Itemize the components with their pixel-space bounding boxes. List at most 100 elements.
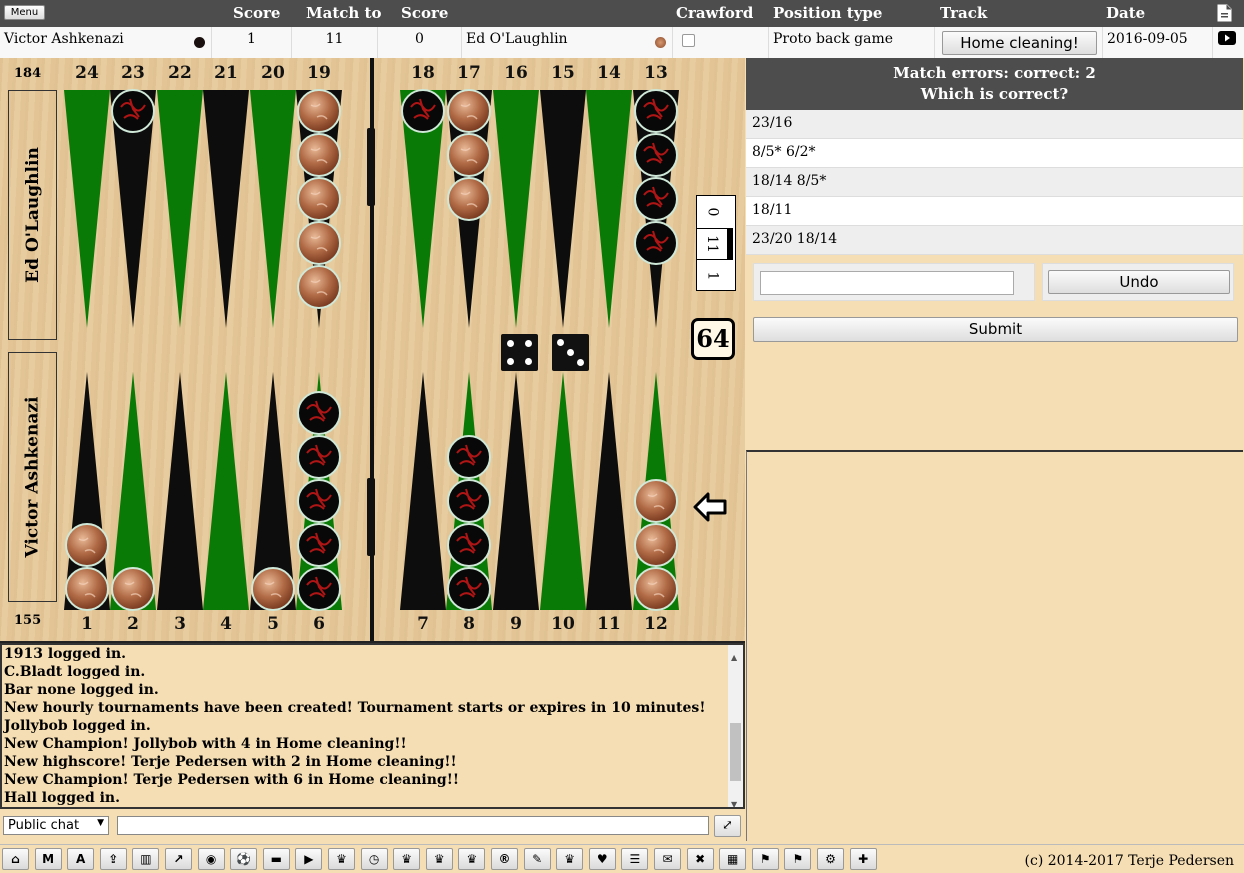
- checker-brown[interactable]: [111, 567, 155, 611]
- move-input[interactable]: [760, 271, 1014, 295]
- bar-chart-icon[interactable]: ▥: [132, 848, 160, 870]
- answer-option[interactable]: 23/20 18/14: [746, 226, 1243, 255]
- edit-icon[interactable]: ✎: [523, 848, 551, 870]
- backgammon-board[interactable]: 184 155 Ed O'Laughlin Victor Ashkenazi 2…: [0, 58, 745, 643]
- board-point-top[interactable]: [157, 90, 203, 328]
- scroll-down-icon[interactable]: ▼: [731, 795, 737, 807]
- board-point-bottom[interactable]: [493, 372, 539, 610]
- expand-icon[interactable]: ⤢: [714, 815, 741, 837]
- bookmark-icon[interactable]: ⚑: [751, 848, 779, 870]
- crawford-checkbox[interactable]: [682, 34, 695, 47]
- trophy-icon[interactable]: ♛: [425, 848, 453, 870]
- checker-brown[interactable]: [297, 265, 341, 309]
- board-point-top[interactable]: [493, 90, 539, 328]
- m-button[interactable]: M: [34, 848, 62, 870]
- board-point-top[interactable]: [586, 90, 632, 328]
- board-point-bottom[interactable]: [203, 372, 249, 610]
- checker-red-black[interactable]: [634, 177, 678, 221]
- board-point-bottom[interactable]: [540, 372, 586, 610]
- checker-red-black[interactable]: [297, 435, 341, 479]
- video-play-icon[interactable]: [1218, 31, 1236, 45]
- checker-red-black[interactable]: [111, 89, 155, 133]
- settings-icon[interactable]: ⚙: [817, 848, 844, 870]
- checker-brown[interactable]: [65, 523, 109, 567]
- checker-red-black[interactable]: [634, 221, 678, 265]
- answer-option[interactable]: 18/14 8/5*: [746, 168, 1243, 197]
- checker-red-black[interactable]: [447, 567, 491, 611]
- close-icon[interactable]: ✖: [686, 848, 714, 870]
- registered-icon[interactable]: ®: [491, 848, 518, 870]
- document-icon[interactable]: [1217, 4, 1232, 22]
- chat-icon[interactable]: ✉: [654, 848, 681, 870]
- heart-icon[interactable]: ♥: [588, 848, 616, 870]
- checker-brown[interactable]: [634, 523, 678, 567]
- checker-red-black[interactable]: [447, 479, 491, 523]
- log-scrollbar[interactable]: ▲ ▼: [728, 645, 743, 807]
- player1-name: Victor Ashkenazi: [4, 31, 124, 47]
- trophy-icon[interactable]: ♛: [393, 848, 421, 870]
- checker-brown[interactable]: [447, 133, 491, 177]
- checker-brown[interactable]: [634, 567, 678, 611]
- board-point-top[interactable]: [540, 90, 586, 328]
- checker-red-black[interactable]: [297, 523, 341, 567]
- score-header: Score: [233, 4, 281, 22]
- track-home-cleaning-button[interactable]: Home cleaning!: [942, 31, 1097, 55]
- question-text: Which is correct?: [920, 85, 1069, 103]
- soccer-ball-icon[interactable]: ⚽: [230, 848, 258, 870]
- server-log[interactable]: 1913 logged in. C.Bladt logged in. Bar non…: [0, 643, 745, 809]
- plus-icon[interactable]: ✚: [849, 848, 877, 870]
- answer-option[interactable]: 18/11: [746, 197, 1243, 226]
- die-3[interactable]: [552, 334, 589, 371]
- board-point-top[interactable]: [64, 90, 110, 328]
- home-icon[interactable]: ⌂: [2, 848, 29, 870]
- checker-red-black[interactable]: [297, 479, 341, 523]
- eye-icon[interactable]: ◉: [197, 848, 225, 870]
- clock-icon[interactable]: ◷: [360, 848, 388, 870]
- menu-button[interactable]: Menu: [4, 5, 45, 20]
- checker-red-black[interactable]: [447, 435, 491, 479]
- submit-button[interactable]: Submit: [753, 317, 1238, 342]
- archive-icon[interactable]: ▬: [262, 848, 290, 870]
- trophy-icon[interactable]: ♛: [328, 848, 355, 870]
- a-button[interactable]: A: [67, 848, 95, 870]
- bookmark-icon[interactable]: ⚑: [784, 848, 812, 870]
- checker-red-black[interactable]: [447, 523, 491, 567]
- checker-red-black[interactable]: [297, 567, 341, 611]
- answer-option[interactable]: 23/16: [746, 110, 1243, 139]
- database-icon[interactable]: ☰: [621, 848, 649, 870]
- board-points[interactable]: [0, 58, 745, 643]
- checker-red-black[interactable]: [401, 89, 445, 133]
- trophy-icon[interactable]: ♛: [458, 848, 486, 870]
- trophy-icon[interactable]: ♛: [556, 848, 584, 870]
- chat-input[interactable]: [117, 816, 709, 835]
- checker-brown[interactable]: [447, 177, 491, 221]
- undo-button[interactable]: Undo: [1048, 270, 1230, 294]
- line-chart-icon[interactable]: ↗: [165, 848, 192, 870]
- play-icon[interactable]: ▶: [295, 848, 323, 870]
- player2-color-icon: [655, 37, 666, 48]
- upload-icon[interactable]: ⇪: [99, 848, 127, 870]
- checker-brown[interactable]: [297, 89, 341, 133]
- board-point-bottom[interactable]: [586, 372, 632, 610]
- scroll-up-icon[interactable]: ▲: [731, 648, 737, 666]
- board-point-top[interactable]: [250, 90, 296, 328]
- checker-red-black[interactable]: [634, 133, 678, 177]
- checker-brown[interactable]: [65, 567, 109, 611]
- checker-red-black[interactable]: [297, 391, 341, 435]
- checker-brown[interactable]: [251, 567, 295, 611]
- answer-option[interactable]: 8/5* 6/2*: [746, 139, 1243, 168]
- scroll-thumb[interactable]: [730, 723, 741, 781]
- board-point-bottom[interactable]: [400, 372, 446, 610]
- checker-brown[interactable]: [297, 133, 341, 177]
- chat-channel-select[interactable]: Public chat ▼: [3, 816, 109, 835]
- checker-red-black[interactable]: [634, 89, 678, 133]
- film-icon[interactable]: ▦: [719, 848, 747, 870]
- board-point-top[interactable]: [203, 90, 249, 328]
- doubling-cube[interactable]: 64: [691, 318, 735, 360]
- board-point-bottom[interactable]: [157, 372, 203, 610]
- die-4[interactable]: [501, 334, 538, 371]
- checker-brown[interactable]: [447, 89, 491, 133]
- checker-brown[interactable]: [297, 177, 341, 221]
- checker-brown[interactable]: [634, 479, 678, 523]
- checker-brown[interactable]: [297, 221, 341, 265]
